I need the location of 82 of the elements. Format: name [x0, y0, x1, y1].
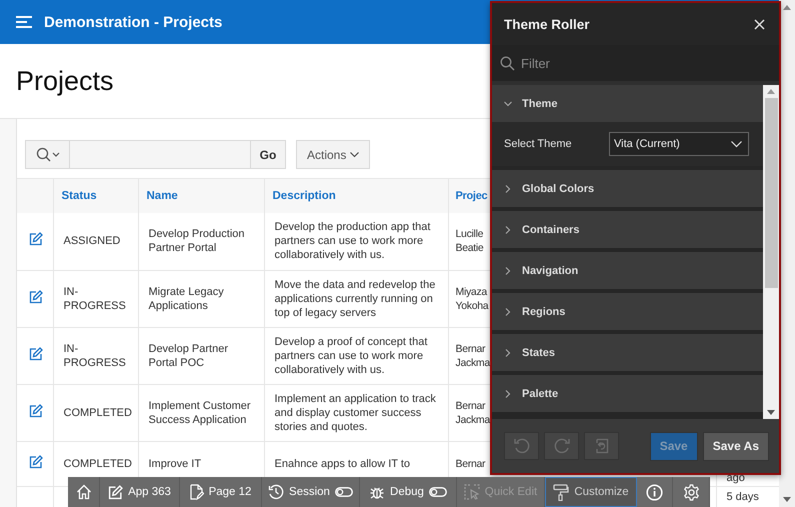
accordion-header[interactable]: Navigation: [492, 252, 763, 289]
accordion-header[interactable]: Global Colors: [492, 170, 763, 207]
project-cell: Miyaza Yokoha: [456, 284, 488, 312]
chevron-right-icon: [504, 390, 512, 398]
accordion-header[interactable]: Palette: [492, 375, 763, 412]
status-cell: IN-PROGRESS: [64, 342, 126, 368]
undo-icon: [512, 437, 530, 455]
name-cell: Develop Partner Portal POC: [148, 342, 228, 368]
status-cell: ASSIGNED: [64, 235, 120, 248]
save-as-button[interactable]: Save As: [702, 432, 769, 460]
status-cell: COMPLETED: [64, 458, 132, 470]
chevron-right-icon: [504, 348, 512, 356]
scrollbar[interactable]: [763, 85, 779, 419]
table-cell: ago: [726, 472, 745, 484]
debug-button[interactable]: Debug: [360, 477, 457, 507]
project-cell: Bernar Jackma: [456, 398, 488, 426]
chevron-right-icon: [504, 266, 512, 274]
accordion-header[interactable]: States: [492, 334, 763, 371]
project-cell-text: Bernar: [456, 456, 486, 470]
app-title: Demonstration - Projects: [44, 14, 222, 30]
description-cell: Implement an application to track and display customer success stories and quotes.: [274, 392, 436, 432]
column-header[interactable]: Name: [146, 190, 178, 202]
search-icon[interactable]: [36, 146, 60, 162]
accordion-header[interactable]: Containers: [492, 211, 763, 248]
edit-icon: [108, 484, 124, 500]
table-cell: 5 days: [726, 490, 759, 502]
chevron-right-icon: [504, 184, 512, 192]
edit-icon[interactable]: [29, 404, 43, 418]
page-icon: [190, 484, 204, 500]
field-label: Select Theme: [504, 138, 572, 150]
column-header[interactable]: Status: [62, 190, 97, 202]
scroll-down-icon[interactable]: [767, 410, 775, 415]
reset-icon: [594, 438, 610, 454]
redo-icon: [552, 437, 570, 455]
chevron-down-icon: [504, 100, 512, 108]
app-button[interactable]: App 363: [100, 477, 180, 507]
session-button[interactable]: Session: [262, 477, 360, 507]
scroll-up-icon[interactable]: [783, 5, 791, 10]
status-cell: IN-PROGRESS: [64, 286, 126, 312]
project-cell-text: Lucille Beatie: [456, 227, 484, 256]
close-icon[interactable]: [754, 18, 765, 30]
caret-icon: [731, 140, 742, 148]
dialog-title: Theme Roller: [504, 16, 590, 32]
toggle-icon: [428, 487, 447, 497]
clock-icon: [268, 484, 284, 500]
filter-input[interactable]: Filter: [519, 54, 763, 72]
page-button[interactable]: Page 12: [180, 477, 262, 507]
caret-icon: [350, 152, 360, 158]
search-icon: [500, 56, 515, 70]
description-cell: Develop a proof of concept that partners can use to work more collaboratively with us.: [274, 336, 428, 376]
description-cell: Develop the production app that partners can use to work more collaboratively with us.: [274, 221, 430, 262]
edit-icon[interactable]: [29, 232, 43, 246]
paint-roller-icon: [553, 484, 570, 500]
edit-icon[interactable]: [29, 454, 43, 468]
chevron-right-icon: [504, 308, 512, 316]
edit-icon[interactable]: [29, 346, 43, 360]
column-header[interactable]: Description: [272, 190, 336, 202]
project-cell: Bernar Jackma: [456, 342, 488, 370]
column-header[interactable]: Projec: [456, 190, 488, 202]
accordion-header[interactable]: Regions: [492, 293, 763, 330]
name-cell: Implement Customer Success Application: [148, 400, 251, 426]
filter-field[interactable]: Filter: [492, 45, 779, 81]
cursor-icon: [464, 484, 480, 500]
settings-icon: [682, 484, 700, 500]
name-cell: Improve IT: [148, 458, 202, 470]
home-icon: [76, 484, 92, 500]
accordion-header[interactable]: Theme: [492, 85, 763, 122]
actions-button[interactable]: Actions: [296, 140, 370, 169]
customize-button[interactable]: Customize: [545, 477, 637, 507]
menu-icon[interactable]: [16, 16, 32, 28]
scroll-up-icon[interactable]: [767, 89, 775, 94]
theme-select[interactable]: Vita (Current): [609, 132, 749, 156]
toggle-icon: [334, 487, 353, 497]
description-cell: Move the data and redevelop the applications currently running on top of legacy servers: [274, 278, 436, 318]
scroll-down-icon[interactable]: [783, 497, 791, 502]
description-cell: Enahnce apps to allow IT to: [274, 458, 410, 470]
info-icon: [646, 484, 663, 500]
name-cell: Develop Production Partner Portal: [148, 228, 245, 254]
chevron-right-icon: [504, 226, 512, 234]
edit-icon[interactable]: [29, 290, 43, 304]
status-cell: COMPLETED: [64, 406, 132, 418]
name-cell: Migrate Legacy Applications: [148, 286, 224, 312]
